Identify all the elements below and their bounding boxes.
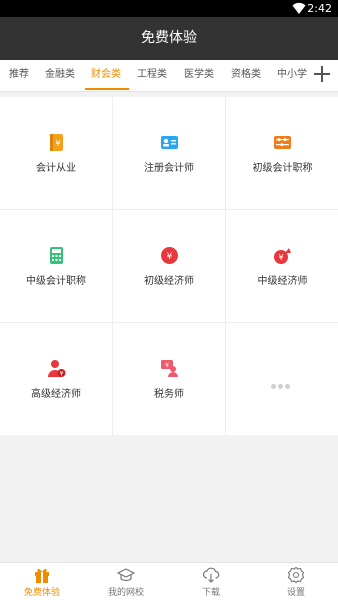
graduation-cap-icon xyxy=(117,568,135,582)
svg-text:¥: ¥ xyxy=(55,139,60,148)
course-junior-economist[interactable]: ¥ 初级经济师 xyxy=(113,210,226,323)
nav-label: 免费体验 xyxy=(23,588,60,598)
yen-growth-icon: ¥ xyxy=(274,248,291,264)
status-bar: 2:42 xyxy=(0,0,338,17)
course-cpa[interactable]: 注册会计师 xyxy=(113,97,226,210)
course-label: 税务师 xyxy=(154,389,184,400)
cloud-download-icon xyxy=(202,567,220,583)
app-bar: 免费体验 xyxy=(0,17,338,60)
accounting-book-icon: ¥ xyxy=(50,134,63,151)
tab-qualification[interactable]: 资格类 xyxy=(231,60,261,91)
id-card-icon xyxy=(161,136,178,149)
tab-k12[interactable]: 中小学 xyxy=(277,60,307,91)
page-title: 免费体验 xyxy=(141,30,197,46)
plus-icon[interactable] xyxy=(314,66,330,82)
person-yen-icon: ¥ xyxy=(48,360,66,378)
nav-my-school[interactable]: 我的网校 xyxy=(84,563,168,600)
course-label: 高级经济师 xyxy=(31,389,81,400)
abacus-icon xyxy=(274,136,291,149)
tab-engineering[interactable]: 工程类 xyxy=(137,60,167,91)
course-tax-advisor[interactable]: ¥ 税务师 xyxy=(113,323,226,436)
nav-label: 下载 xyxy=(201,588,220,598)
svg-text:¥: ¥ xyxy=(167,252,173,262)
more-dots-icon xyxy=(271,374,295,389)
course-senior-economist[interactable]: ¥ 高级经济师 xyxy=(0,323,113,436)
nav-label: 我的网校 xyxy=(107,588,144,598)
gift-icon xyxy=(35,568,49,583)
course-intermediate-accountant[interactable]: 中级会计职称 xyxy=(0,210,113,323)
active-tab-indicator xyxy=(85,88,129,90)
nav-settings[interactable]: 设置 xyxy=(254,563,338,600)
course-label: 会计从业 xyxy=(36,163,76,174)
course-label: 注册会计师 xyxy=(144,163,194,174)
course-grid: ¥ 会计从业 注册会计师 初级会计职称 中级会计职称 ¥ 初级经济师 ¥ 中级经… xyxy=(0,97,338,436)
svg-text:¥: ¥ xyxy=(60,371,64,378)
tab-accounting[interactable]: 财会类 xyxy=(91,60,121,91)
course-accounting-practice[interactable]: ¥ 会计从业 xyxy=(0,97,113,210)
wifi-icon xyxy=(292,2,306,15)
course-label: 初级经济师 xyxy=(144,276,194,287)
tab-medical[interactable]: 医学类 xyxy=(184,60,214,91)
course-label: 初级会计职称 xyxy=(252,163,313,174)
course-junior-accountant[interactable]: 初级会计职称 xyxy=(226,97,338,210)
course-label: 中级会计职称 xyxy=(26,276,86,287)
nav-label: 设置 xyxy=(286,588,305,598)
tax-person-icon: ¥ xyxy=(161,360,178,377)
category-tabs: 推荐 金融类 财会类 工程类 医学类 资格类 中小学 xyxy=(0,60,338,92)
course-label: 中级经济师 xyxy=(257,276,308,287)
calculator-icon xyxy=(50,247,63,264)
bottom-nav: 免费体验 我的网校 下载 设置 xyxy=(0,562,338,600)
gear-icon xyxy=(287,566,305,584)
tab-recommend[interactable]: 推荐 xyxy=(9,60,29,91)
nav-free-trial[interactable]: 免费体验 xyxy=(0,563,84,600)
course-intermediate-economist[interactable]: ¥ 中级经济师 xyxy=(226,210,338,323)
status-time: 2:42 xyxy=(307,2,332,15)
svg-text:¥: ¥ xyxy=(278,253,283,262)
course-more[interactable] xyxy=(226,323,338,436)
svg-text:¥: ¥ xyxy=(165,362,169,369)
yen-coin-icon: ¥ xyxy=(161,247,178,264)
nav-download[interactable]: 下载 xyxy=(169,563,253,600)
tab-finance[interactable]: 金融类 xyxy=(45,60,75,91)
